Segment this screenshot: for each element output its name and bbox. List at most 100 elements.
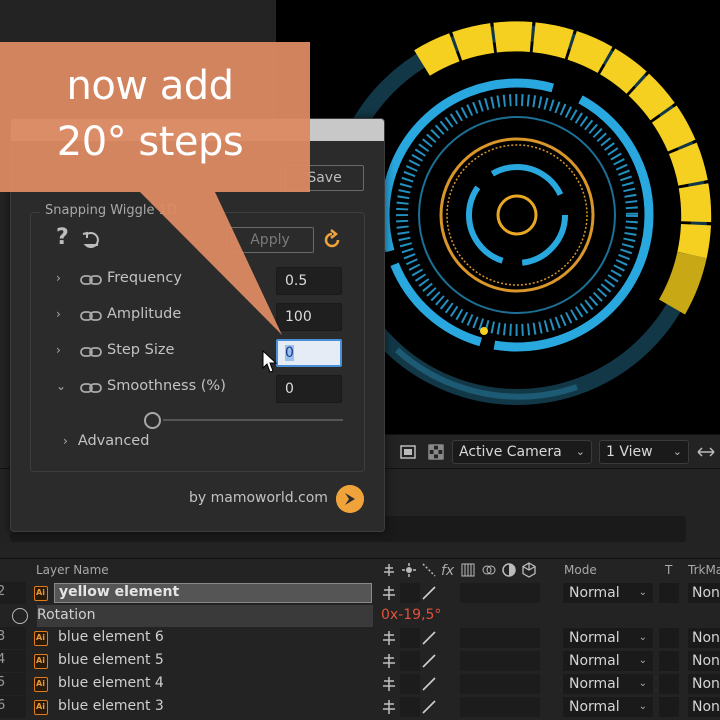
layer-name[interactable]: blue element 5 xyxy=(58,652,164,668)
collapse-switch[interactable] xyxy=(400,674,420,694)
switch-box[interactable] xyxy=(460,628,480,648)
adjustment-layer-icon[interactable] xyxy=(501,562,517,578)
switch-box[interactable] xyxy=(500,583,520,603)
switch-box[interactable] xyxy=(520,651,540,671)
blend-mode-select[interactable]: Normal ⌄ xyxy=(563,651,653,671)
smoothness-slider-knob[interactable] xyxy=(144,412,161,429)
collapse-switch[interactable] xyxy=(400,651,420,671)
track-matte-select[interactable]: Non xyxy=(688,697,720,717)
preserve-transparency-toggle[interactable] xyxy=(659,697,679,717)
motion-blur-icon[interactable] xyxy=(481,562,497,578)
layer-name[interactable]: yellow element xyxy=(54,583,372,603)
collapse-icon[interactable] xyxy=(401,562,417,578)
stopwatch-icon[interactable] xyxy=(12,608,28,624)
quality-switch-icon[interactable] xyxy=(420,653,438,669)
switch-box[interactable] xyxy=(480,583,500,603)
switch-box[interactable] xyxy=(480,651,500,671)
trkmat-header[interactable]: TrkMa xyxy=(688,563,720,577)
switch-box[interactable] xyxy=(520,674,540,694)
shy-switch-icon[interactable] xyxy=(380,585,398,601)
shy-icon[interactable] xyxy=(381,562,397,578)
apply-button[interactable]: Apply xyxy=(226,227,314,253)
mode-header[interactable]: Mode xyxy=(564,563,597,577)
switch-box[interactable] xyxy=(500,651,520,671)
twirl-down-icon[interactable]: ⌄ xyxy=(56,379,70,393)
transparency-grid-icon[interactable] xyxy=(428,444,444,460)
layer-row[interactable]: 2 yellow element Normal ⌄ Non xyxy=(0,582,720,604)
toggle-mask-icon[interactable] xyxy=(400,444,416,460)
label-color[interactable]: 4 xyxy=(0,650,26,672)
advanced-section[interactable]: › Advanced xyxy=(63,433,149,449)
quality-switch-icon[interactable] xyxy=(420,585,438,601)
label-color[interactable]: 5 xyxy=(0,673,26,695)
preserve-transparency-toggle[interactable] xyxy=(659,651,679,671)
quality-switch-icon[interactable] xyxy=(420,676,438,692)
layer-row[interactable]: 5 blue element 4 Normal ⌄ Non xyxy=(0,673,720,695)
blend-mode-select[interactable]: Normal ⌄ xyxy=(563,674,653,694)
label-color[interactable]: 2 xyxy=(0,582,26,604)
smoothness-slider-track[interactable] xyxy=(163,419,343,421)
twirl-right-icon[interactable]: › xyxy=(56,271,70,285)
label-color[interactable]: 3 xyxy=(0,627,26,649)
link-icon[interactable] xyxy=(80,381,102,395)
switch-box[interactable] xyxy=(460,583,480,603)
step-size-input[interactable]: 0 xyxy=(276,339,342,367)
switch-box[interactable] xyxy=(520,628,540,648)
link-icon[interactable] xyxy=(80,345,102,359)
twirl-right-icon[interactable]: › xyxy=(63,434,68,448)
preserve-transparency-toggle[interactable] xyxy=(659,583,679,603)
switch-box[interactable] xyxy=(460,651,480,671)
label-color[interactable]: 6 xyxy=(0,696,26,718)
3d-layer-icon[interactable] xyxy=(521,562,537,578)
blend-mode-select[interactable]: Normal ⌄ xyxy=(563,628,653,648)
rotation-value[interactable]: 0x-19,5° xyxy=(381,607,441,623)
smoothness-input[interactable]: 0 xyxy=(276,375,342,403)
frequency-input[interactable]: 0.5 xyxy=(276,267,342,295)
twirl-right-icon[interactable]: › xyxy=(56,343,70,357)
switch-box[interactable] xyxy=(500,674,520,694)
shy-switch-icon[interactable] xyxy=(380,676,398,692)
switch-box[interactable] xyxy=(480,628,500,648)
track-matte-select[interactable]: Non xyxy=(688,628,720,648)
preserve-transparency-toggle[interactable] xyxy=(659,628,679,648)
layer-row[interactable]: 4 blue element 5 Normal ⌄ Non xyxy=(0,650,720,672)
reset-icon[interactable] xyxy=(81,229,103,251)
layer-name[interactable]: blue element 3 xyxy=(58,698,164,714)
layer-row[interactable]: 3 blue element 6 Normal ⌄ Non xyxy=(0,627,720,649)
track-matte-select[interactable]: Non xyxy=(688,674,720,694)
blend-mode-select[interactable]: Normal ⌄ xyxy=(563,697,653,717)
switch-box[interactable] xyxy=(460,674,480,694)
shy-switch-icon[interactable] xyxy=(380,699,398,715)
switch-box[interactable] xyxy=(480,697,500,717)
switch-box[interactable] xyxy=(520,583,540,603)
credit-link[interactable]: by mamoworld.com xyxy=(189,490,328,506)
layer-name[interactable]: blue element 6 xyxy=(58,629,164,645)
quality-switch-icon[interactable] xyxy=(420,630,438,646)
track-matte-select[interactable]: Non xyxy=(688,651,720,671)
collapse-switch[interactable] xyxy=(400,583,420,603)
resize-icon[interactable] xyxy=(696,444,716,460)
fx-icon[interactable]: fx xyxy=(441,563,454,579)
blend-mode-select[interactable]: Normal ⌄ xyxy=(563,583,653,603)
quality-icon[interactable] xyxy=(421,562,437,578)
shy-switch-icon[interactable] xyxy=(380,653,398,669)
camera-select[interactable]: Active Camera ⌄ xyxy=(452,440,592,464)
quality-switch-icon[interactable] xyxy=(420,699,438,715)
switch-box[interactable] xyxy=(500,628,520,648)
switch-box[interactable] xyxy=(500,697,520,717)
help-icon[interactable]: ? xyxy=(56,225,69,250)
preserve-transparency-toggle[interactable] xyxy=(659,674,679,694)
twirl-right-icon[interactable]: › xyxy=(56,307,70,321)
rotation-property-row[interactable]: Rotation 0x-19,5° xyxy=(0,605,720,627)
link-icon[interactable] xyxy=(80,309,102,323)
t-header[interactable]: T xyxy=(665,563,672,577)
collapse-switch[interactable] xyxy=(400,697,420,717)
collapse-switch[interactable] xyxy=(400,628,420,648)
track-matte-select[interactable]: Non xyxy=(688,583,720,603)
view-layout-select[interactable]: 1 View ⌄ xyxy=(599,440,689,464)
layer-name[interactable]: blue element 4 xyxy=(58,675,164,691)
shy-switch-icon[interactable] xyxy=(380,630,398,646)
switch-box[interactable] xyxy=(520,697,540,717)
layer-name-header[interactable]: Layer Name xyxy=(36,563,109,577)
switch-box[interactable] xyxy=(460,697,480,717)
